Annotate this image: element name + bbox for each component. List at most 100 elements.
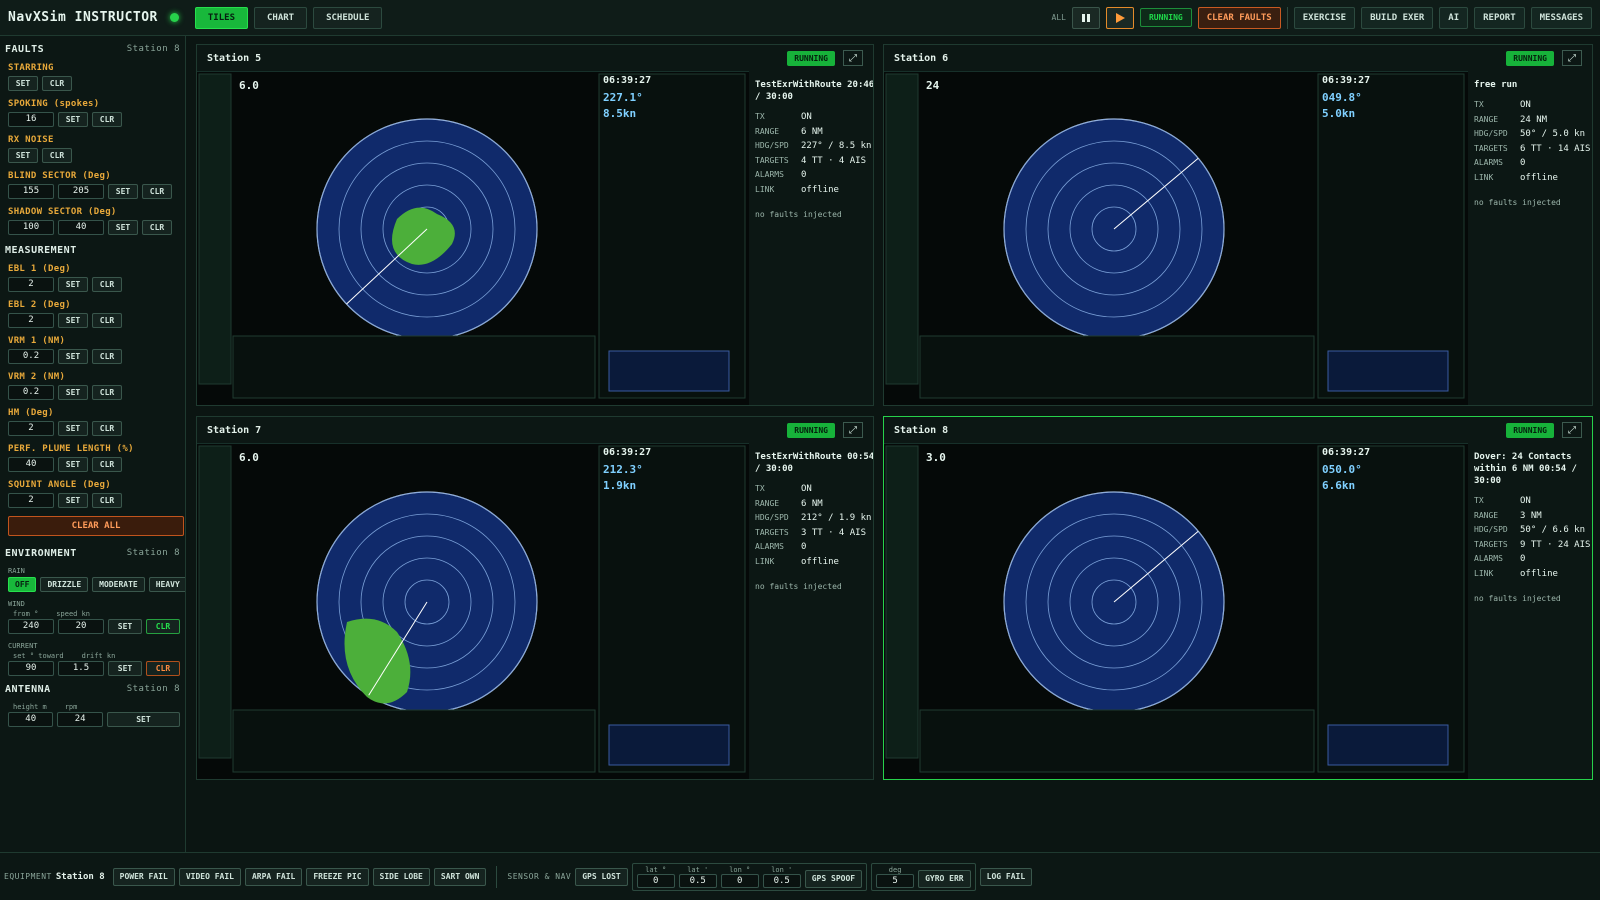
current-set-input[interactable]: 90 [8,661,54,676]
rx-noise-set-button[interactable]: SET [8,148,38,163]
freeze-pic-button[interactable]: FREEZE PIC [306,867,369,886]
build-exer-button[interactable]: BUILD EXER [1361,6,1434,29]
expand-icon[interactable]: ⤢ [1562,50,1582,66]
rain-heavy-button[interactable]: HEAVY [148,577,185,592]
measurement-set-button[interactable]: SET [58,493,88,508]
measurement-input[interactable]: 40 [8,457,54,472]
rain-off-button[interactable]: OFF [8,577,37,592]
measurement-clr-button[interactable]: CLR [92,493,122,508]
measurement-set-button[interactable]: SET [58,457,88,472]
measurement-set-button[interactable]: SET [58,385,88,400]
blind-sector-from-input[interactable]: 155 [8,184,54,199]
measurement-clr-button[interactable]: CLR [92,277,122,292]
measurement-input[interactable]: 2 [8,421,54,436]
ai-button[interactable]: AI [1439,6,1469,29]
expand-icon[interactable]: ⤢ [1562,422,1582,438]
spoking-input[interactable]: 16 [8,112,54,127]
video-fail-button[interactable]: VIDEO FAIL [178,867,241,886]
tab-tiles[interactable]: TILES [194,6,248,29]
wind-set-button[interactable]: SET [108,619,142,634]
info-value: ON [801,112,812,123]
info-value: 0 [801,542,807,553]
wind-speed-input[interactable]: 20 [58,619,104,634]
pause-button[interactable] [1071,6,1100,29]
side-lobe-button[interactable]: SIDE LOBE [372,867,430,886]
info-key: RANGE [1474,510,1499,520]
exercise-button[interactable]: EXERCISE [1293,6,1356,29]
measurement-set-button[interactable]: SET [58,349,88,364]
rain-moderate-button[interactable]: MODERATE [92,577,145,592]
blind-sector-clr-button[interactable]: CLR [142,184,172,199]
info-key: RANGE [1474,114,1499,124]
current-drift-input[interactable]: 1.5 [58,661,104,676]
rx-noise-clr-button[interactable]: CLR [42,148,72,163]
current-clr-button[interactable]: CLR [146,661,180,676]
station-tile[interactable]: Station 8 RUNNING ⤢ Dover: 24 Contacts with… [883,416,1593,780]
rain-drizzle-button[interactable]: DRIZZLE [40,577,89,592]
measurement-input[interactable]: 0.2 [8,385,54,400]
antenna-set-button[interactable]: SET [106,712,180,727]
radar-display[interactable] [197,71,749,405]
station-status-badge: RUNNING [787,50,835,66]
spoking-set-button[interactable]: SET [58,112,88,127]
antenna-height-input[interactable]: 40 [8,712,54,727]
measurement-input[interactable]: 2 [8,277,54,292]
gps-lon-deg-input[interactable]: 0 [720,873,759,888]
gps-lat-min-input[interactable]: 0.5 [678,873,717,888]
info-key: TX [1474,100,1484,110]
tab-schedule[interactable]: SCHEDULE [313,6,383,29]
measurement-clr-button[interactable]: CLR [92,349,122,364]
blind-sector-set-button[interactable]: SET [108,184,138,199]
radar-display[interactable] [197,443,749,779]
gyro-deg-input[interactable]: 5 [876,873,915,888]
expand-icon[interactable]: ⤢ [843,422,863,438]
faults-header: FAULTS Station 8 [5,44,180,55]
report-button[interactable]: REPORT [1474,6,1525,29]
tab-chart[interactable]: CHART [253,6,308,29]
measurement-set-button[interactable]: SET [58,421,88,436]
gps-lon-min-input[interactable]: 0.5 [762,873,801,888]
blind-sector-to-input[interactable]: 205 [58,184,104,199]
measurement-input[interactable]: 2 [8,493,54,508]
wind-speed-label: speed kn [56,610,91,618]
sart-own-button[interactable]: SART OWN [433,867,487,886]
power-fail-button[interactable]: POWER FAIL [112,867,175,886]
gyro-err-button[interactable]: GYRO ERR [918,869,971,888]
measurement-clr-button[interactable]: CLR [92,421,122,436]
gps-spoof-button[interactable]: GPS SPOOF [804,869,863,888]
starring-clr-button[interactable]: CLR [42,76,72,91]
station-tile[interactable]: Station 5 RUNNING ⤢ TestExrWithRoute 20:46 … [196,44,874,406]
wind-clr-button[interactable]: CLR [146,619,180,634]
measurement-clr-button[interactable]: CLR [92,313,122,328]
measurement-set-button[interactable]: SET [58,313,88,328]
wind-from-input[interactable]: 240 [8,619,54,634]
shadow-sector-set-button[interactable]: SET [108,220,138,235]
current-set-button[interactable]: SET [108,661,142,676]
measurement-clr-button[interactable]: CLR [92,385,122,400]
starring-set-button[interactable]: SET [8,76,38,91]
shadow-sector-from-input[interactable]: 100 [8,220,54,235]
station-tile[interactable]: Station 6 RUNNING ⤢ free run TX ON RANGE 24 NM H… [883,44,1593,406]
messages-button[interactable]: MESSAGES [1530,6,1592,29]
log-fail-button[interactable]: LOG FAIL [979,867,1033,886]
station-tile[interactable]: Station 7 RUNNING ⤢ TestExrWithRoute 00:54 … [196,416,874,780]
expand-icon[interactable]: ⤢ [843,50,863,66]
arpa-fail-button[interactable]: ARPA FAIL [244,867,303,886]
gps-lat-deg-input[interactable]: 0 [636,873,675,888]
measurement-clr-button[interactable]: CLR [92,457,122,472]
radar-display[interactable] [884,443,1468,779]
measurement-input[interactable]: 0.2 [8,349,54,364]
gps-lost-button[interactable]: GPS LOST [575,867,628,886]
radar-display[interactable] [884,71,1468,405]
exercise-route: free run [1474,80,1518,90]
shadow-sector-to-input[interactable]: 40 [58,220,104,235]
antenna-rpm-input[interactable]: 24 [57,712,103,727]
spoking-clr-button[interactable]: CLR [92,112,122,127]
shadow-sector-clr-button[interactable]: CLR [142,220,172,235]
play-button[interactable] [1105,6,1134,29]
clear-faults-button[interactable]: CLEAR FAULTS [1197,6,1281,29]
measurement-input[interactable]: 2 [8,313,54,328]
sog-readout: 1.9kn [603,479,637,492]
clear-all-button[interactable]: CLEAR ALL [8,516,184,536]
measurement-set-button[interactable]: SET [58,277,88,292]
